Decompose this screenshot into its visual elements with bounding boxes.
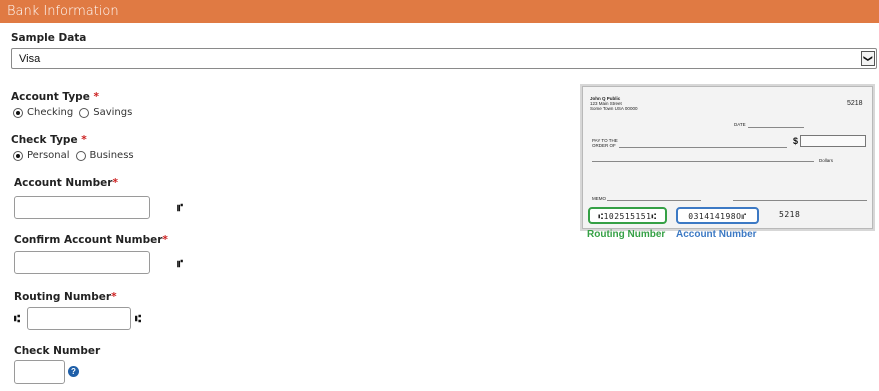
account-number-caption: Account Number xyxy=(676,229,757,240)
section-header: Bank Information xyxy=(0,0,879,23)
account-number-label: Account Number* xyxy=(14,177,118,189)
check-routing-micr: ⑆102515151⑆ xyxy=(588,207,667,224)
check-order-of-label: ORDER OF xyxy=(592,143,616,148)
check-payee-line xyxy=(619,147,787,148)
check-serial-micr: 5218 xyxy=(779,210,801,219)
section-title: Bank Information xyxy=(7,4,119,19)
routing-number-label: Routing Number* xyxy=(14,291,117,303)
chevron-down-icon[interactable]: ❯ xyxy=(861,51,875,66)
account-symbol-icon: ⑈ xyxy=(177,259,183,270)
check-date-line xyxy=(748,127,804,128)
sample-check-image: John Q Public 123 Main Street Some Town … xyxy=(582,86,873,229)
check-type-label: Check Type * xyxy=(11,134,87,146)
radio-business-label[interactable]: Business xyxy=(90,150,134,161)
radio-checking-label[interactable]: Checking xyxy=(27,107,73,118)
routing-number-caption: Routing Number xyxy=(587,229,666,240)
confirm-account-number-input[interactable] xyxy=(14,251,150,274)
radio-savings[interactable] xyxy=(79,107,90,118)
check-memo-label: MEMO xyxy=(592,196,606,201)
routing-number-input[interactable] xyxy=(27,307,131,330)
radio-personal-label[interactable]: Personal xyxy=(27,150,70,161)
account-symbol-icon: ⑈ xyxy=(177,203,183,214)
check-number-label: Check Number xyxy=(14,345,101,357)
check-dollar-sign: $ xyxy=(793,136,799,146)
transit-symbol-icon: ⑆ xyxy=(135,314,141,325)
question-circle-icon[interactable]: ? xyxy=(68,366,79,377)
check-dollars-line xyxy=(592,161,814,162)
account-type-radio-group: Checking Savings xyxy=(13,107,138,118)
radio-savings-label[interactable]: Savings xyxy=(93,107,132,118)
check-number-input[interactable] xyxy=(14,360,65,384)
sample-data-value: Visa xyxy=(19,53,41,65)
account-type-label: Account Type * xyxy=(11,91,99,103)
radio-business[interactable] xyxy=(75,150,86,161)
check-address-2: Some Town USA 00000 xyxy=(590,106,638,111)
radio-personal[interactable] xyxy=(13,150,23,161)
check-amount-box xyxy=(800,135,866,147)
check-dollars-label: Dollars xyxy=(819,158,834,163)
check-date-label: DATE xyxy=(734,122,746,127)
sample-data-select[interactable]: Visa ❯ xyxy=(11,48,877,69)
check-memo-line xyxy=(607,200,701,201)
check-account-micr: 031414198O⑈ xyxy=(676,207,759,224)
transit-symbol-icon: ⑆ xyxy=(14,314,20,325)
check-signature-line xyxy=(733,200,867,201)
radio-checking[interactable] xyxy=(13,107,23,118)
account-number-input[interactable] xyxy=(14,196,150,219)
check-number-text: 5218 xyxy=(847,100,863,107)
sample-data-label: Sample Data xyxy=(11,32,87,44)
confirm-account-number-label: Confirm Account Number* xyxy=(14,234,168,246)
check-type-radio-group: Personal Business xyxy=(13,150,140,161)
